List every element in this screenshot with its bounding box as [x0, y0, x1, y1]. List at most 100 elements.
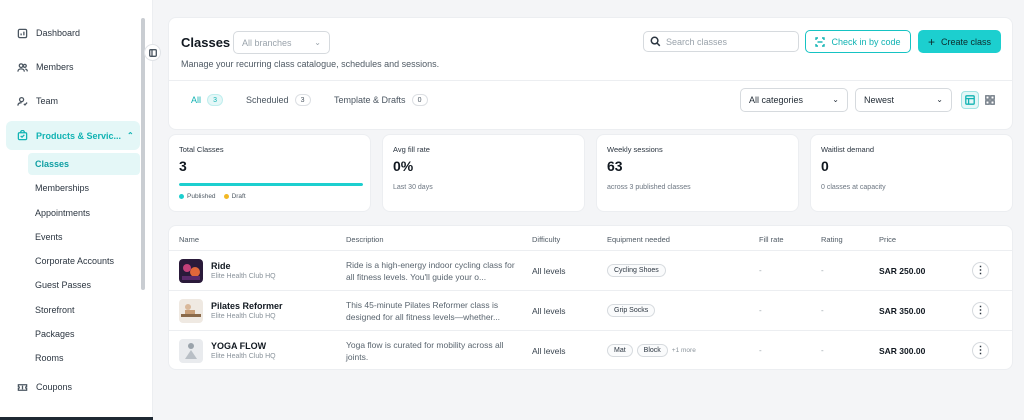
equipment-chips: Grip Socks: [607, 304, 659, 317]
stat-total-classes: Total Classes 3 Published Draft: [168, 134, 371, 212]
class-rating: -: [821, 266, 824, 275]
class-thumbnail-pilates: [179, 299, 203, 323]
class-fill-rate: -: [759, 266, 762, 275]
ticket-icon: [16, 381, 28, 393]
sidebar-subitem-guest-passes[interactable]: Guest Passes: [28, 274, 140, 296]
class-description: This 45-minute Pilates Reformer class is…: [346, 300, 501, 322]
sidebar-item-label: Products & Servic...: [36, 130, 122, 141]
sidebar-subitem-corporate-accounts[interactable]: Corporate Accounts: [28, 250, 140, 272]
row-actions-button[interactable]: ⋮: [972, 302, 989, 319]
chevron-up-icon: ⌃: [127, 131, 134, 140]
equipment-chips: Cycling Shoes: [607, 264, 670, 277]
published-dot-icon: [179, 194, 184, 199]
sidebar-subitem-events[interactable]: Events: [28, 226, 140, 248]
sidebar-scrollbar[interactable]: [141, 18, 145, 290]
check-in-by-code-button[interactable]: Check in by code: [805, 30, 911, 53]
column-header-rating[interactable]: Rating: [821, 235, 843, 244]
sidebar-item-team[interactable]: Team: [6, 88, 140, 114]
table-row[interactable]: Pilates Reformer Elite Health Club HQ Th…: [169, 291, 1012, 330]
sidebar-item-label: Dashboard: [36, 28, 81, 38]
grid-view-icon: [985, 95, 995, 105]
category-select[interactable]: All categories ⌄: [740, 88, 848, 112]
sidebar-subitem-rooms[interactable]: Rooms: [28, 347, 140, 369]
sidebar-item-coupons[interactable]: Coupons: [6, 374, 140, 400]
stat-waitlist-demand: Waitlist demand 0 0 classes at capacity: [810, 134, 1013, 212]
tab-scheduled[interactable]: Scheduled 3: [246, 93, 311, 107]
page-title: Classes: [181, 35, 231, 50]
dashboard-icon: [16, 27, 28, 39]
class-price: SAR 250.00: [879, 266, 926, 276]
class-rating: -: [821, 346, 824, 355]
equipment-chip: Block: [636, 344, 668, 357]
stat-legend: Published Draft: [179, 193, 254, 200]
class-name: YOGA FLOW: [211, 341, 267, 351]
class-fill-rate: -: [759, 306, 762, 315]
class-branch: Elite Health Club HQ: [211, 313, 276, 320]
search-placeholder: Search classes: [666, 36, 728, 47]
class-difficulty: All levels: [532, 346, 566, 356]
grid-view-button[interactable]: [981, 91, 999, 109]
equipment-more[interactable]: +1 more: [672, 347, 696, 354]
column-header-description[interactable]: Description: [346, 235, 384, 244]
class-branch: Elite Health Club HQ: [211, 273, 276, 280]
sidebar-item-label: Team: [36, 96, 59, 106]
sidebar-subitem-memberships[interactable]: Memberships: [28, 177, 140, 199]
class-branch: Elite Health Club HQ: [211, 353, 276, 360]
more-vertical-icon: ⋮: [975, 304, 986, 316]
sidebar-item-label: Coupons: [36, 382, 73, 392]
class-name: Pilates Reformer: [211, 301, 283, 311]
published-progress-bar: [179, 183, 363, 186]
class-price: SAR 300.00: [879, 346, 926, 356]
sidebar-subitem-appointments[interactable]: Appointments: [28, 202, 140, 224]
tab-count-badge: 3: [207, 94, 224, 106]
sidebar-item-members[interactable]: Members: [6, 54, 140, 80]
more-vertical-icon: ⋮: [975, 264, 986, 276]
class-price: SAR 350.00: [879, 306, 926, 316]
chevron-down-icon: ⌄: [936, 95, 943, 104]
draft-dot-icon: [223, 194, 229, 199]
row-actions-button[interactable]: ⋮: [972, 262, 989, 279]
tab-count-badge: 3: [294, 94, 311, 106]
plus-icon: +: [927, 34, 935, 49]
stat-weekly-sessions: Weekly sessions 63 across 3 published cl…: [596, 134, 799, 212]
page-subtitle: Manage your recurring class catalogue, s…: [181, 59, 440, 69]
column-header-difficulty[interactable]: Difficulty: [532, 235, 560, 244]
class-rating: -: [821, 306, 824, 315]
create-class-button[interactable]: + Create class: [918, 30, 1001, 53]
table-row[interactable]: YOGA FLOW Elite Health Club HQ Yoga flow…: [169, 331, 1012, 370]
search-input[interactable]: Search classes: [643, 31, 799, 52]
class-difficulty: All levels: [532, 266, 566, 276]
row-actions-button[interactable]: ⋮: [972, 342, 989, 359]
chevron-down-icon: ⌄: [832, 95, 839, 104]
tab-all[interactable]: All 3: [191, 93, 224, 107]
search-icon: [650, 36, 661, 47]
class-description: Ride is a high-energy indoor cycling cla…: [346, 260, 515, 282]
column-header-price[interactable]: Price: [879, 235, 896, 244]
progress-fill: [179, 183, 363, 186]
sidebar-subitem-classes[interactable]: Classes: [28, 153, 140, 175]
sidebar-toggle-icon: [148, 48, 157, 57]
sidebar-collapse-button[interactable]: [144, 44, 161, 61]
sidebar-subitem-packages[interactable]: Packages: [28, 323, 140, 345]
class-name: Ride: [211, 261, 231, 271]
sidebar-item-dashboard[interactable]: Dashboard: [6, 20, 140, 46]
column-header-fill-rate[interactable]: Fill rate: [759, 235, 784, 244]
scan-icon: [815, 36, 826, 47]
column-header-name[interactable]: Name: [179, 235, 199, 244]
class-thumbnail-ride: [179, 259, 203, 283]
header-divider: [169, 80, 1012, 81]
table-row[interactable]: Ride Elite Health Club HQ Ride is a high…: [169, 251, 1012, 290]
table-view-button[interactable]: [961, 91, 979, 109]
bag-icon: [16, 130, 28, 142]
team-icon: [16, 95, 28, 107]
branch-select[interactable]: All branches ⌄: [233, 31, 330, 54]
tab-template-drafts[interactable]: Template & Drafts 0: [334, 93, 428, 107]
members-icon: [16, 61, 28, 73]
sort-select[interactable]: Newest ⌄: [855, 88, 952, 112]
sidebar-subitem-storefront[interactable]: Storefront: [28, 299, 140, 321]
more-vertical-icon: ⋮: [975, 344, 986, 356]
equipment-chip: Cycling Shoes: [607, 264, 666, 277]
column-header-equipment[interactable]: Equipment needed: [607, 235, 670, 244]
class-difficulty: All levels: [532, 306, 566, 316]
sidebar-item-products-services[interactable]: Products & Servic... ⌃: [6, 121, 140, 150]
